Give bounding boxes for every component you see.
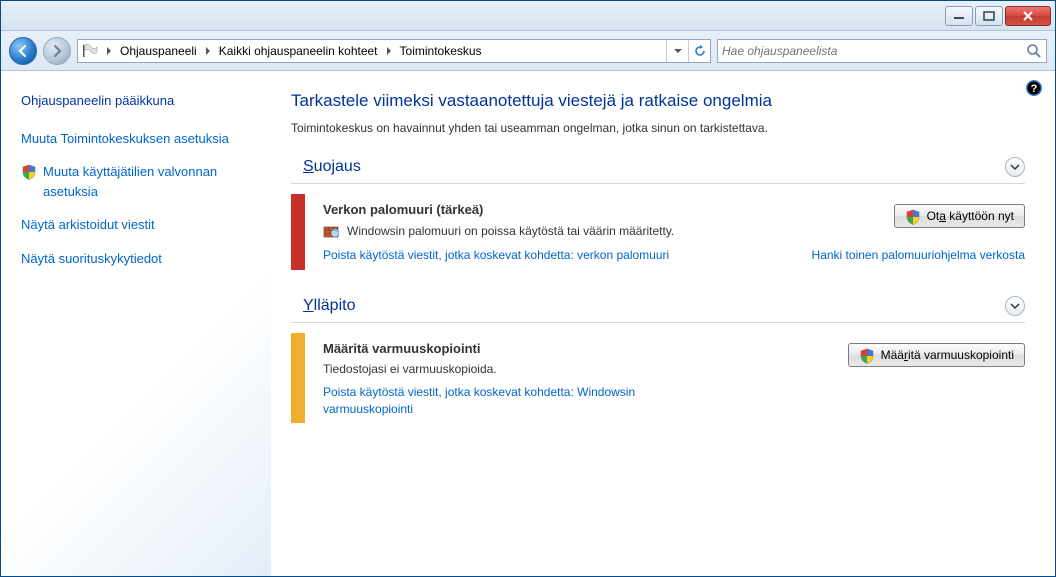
maximize-button[interactable] (975, 6, 1003, 26)
sidebar-title[interactable]: Ohjauspaneelin pääikkuna (21, 91, 259, 111)
titlebar (1, 1, 1055, 31)
forward-button[interactable] (43, 37, 71, 65)
breadcrumb-item[interactable]: Toimintokeskus (396, 44, 486, 58)
search-input[interactable] (722, 44, 1026, 58)
shield-icon (905, 209, 921, 225)
breadcrumb-bar[interactable]: Ohjauspaneeli Kaikki ohjauspaneelin koht… (77, 39, 711, 63)
sidebar-link-archived[interactable]: Näytä arkistoidut viestit (21, 215, 259, 235)
help-icon[interactable]: ? (1025, 79, 1043, 97)
breadcrumb-item[interactable]: Kaikki ohjauspaneelin kohteet (215, 44, 382, 58)
collapse-button-maintenance[interactable] (1005, 296, 1025, 316)
collapse-button-security[interactable] (1005, 157, 1025, 177)
backup-desc: Tiedostojasi ei varmuuskopioida. (323, 362, 848, 376)
close-button[interactable] (1005, 6, 1051, 26)
firewall-title: Verkon palomuuri (tärkeä) (323, 202, 894, 217)
page-title: Tarkastele viimeksi vastaanotettuja vies… (291, 91, 1025, 111)
enable-firewall-button[interactable]: Ota käyttöön nyt (894, 204, 1025, 228)
main-content: ? Tarkastele viimeksi vastaanotettuja vi… (271, 71, 1055, 576)
svg-text:?: ? (1031, 83, 1038, 95)
history-dropdown-button[interactable] (666, 40, 688, 62)
shield-icon (21, 164, 37, 180)
chevron-right-icon[interactable] (201, 47, 215, 55)
section-header-maintenance[interactable]: Ylläpito (291, 296, 1025, 323)
configure-backup-button[interactable]: Määritä varmuuskopiointi (848, 343, 1025, 367)
search-icon[interactable] (1026, 43, 1042, 59)
get-firewall-online-link[interactable]: Hanki toinen palomuuriohjelma verkosta (812, 247, 1025, 264)
section-hotkey: Y (303, 297, 314, 314)
disable-firewall-messages-link[interactable]: Poista käytöstä viestit, jotka koskevat … (323, 247, 669, 264)
severity-stripe-warning (291, 333, 305, 424)
navbar: Ohjauspaneeli Kaikki ohjauspaneelin koht… (1, 31, 1055, 71)
chevron-right-icon[interactable] (382, 47, 396, 55)
firewall-desc: Windowsin palomuuri on poissa käytöstä t… (347, 224, 674, 238)
sidebar-link-change-settings[interactable]: Muuta Toimintokeskuksen asetuksia (21, 129, 259, 149)
refresh-button[interactable] (688, 40, 710, 62)
sidebar: Ohjauspaneelin pääikkuna Muuta Toimintok… (1, 71, 271, 576)
breadcrumb-item[interactable]: Ohjauspaneeli (116, 44, 201, 58)
firewall-card: Verkon palomuuri (tärkeä) (291, 194, 1025, 270)
search-box[interactable] (717, 39, 1047, 63)
section-hotkey: S (303, 158, 314, 175)
backup-card: Määritä varmuuskopiointi Tiedostojasi ei… (291, 333, 1025, 424)
shield-icon (859, 348, 875, 364)
minimize-button[interactable] (945, 6, 973, 26)
section-header-security[interactable]: Suojaus (291, 157, 1025, 184)
sidebar-link-perf[interactable]: Näytä suorituskykytiedot (21, 249, 259, 269)
backup-title: Määritä varmuuskopiointi (323, 341, 848, 356)
severity-stripe-important (291, 194, 305, 270)
disable-backup-messages-link[interactable]: Poista käytöstä viestit, jotka koskevat … (323, 384, 723, 418)
back-button[interactable] (9, 37, 37, 65)
chevron-right-icon[interactable] (102, 47, 116, 55)
page-subtitle: Toimintokeskus on havainnut yhden tai us… (291, 121, 1025, 135)
sidebar-link-uac[interactable]: Muuta käyttäjätilien valvonnan asetuksia (43, 162, 259, 201)
firewall-icon (323, 223, 339, 239)
action-center-icon (82, 44, 98, 58)
